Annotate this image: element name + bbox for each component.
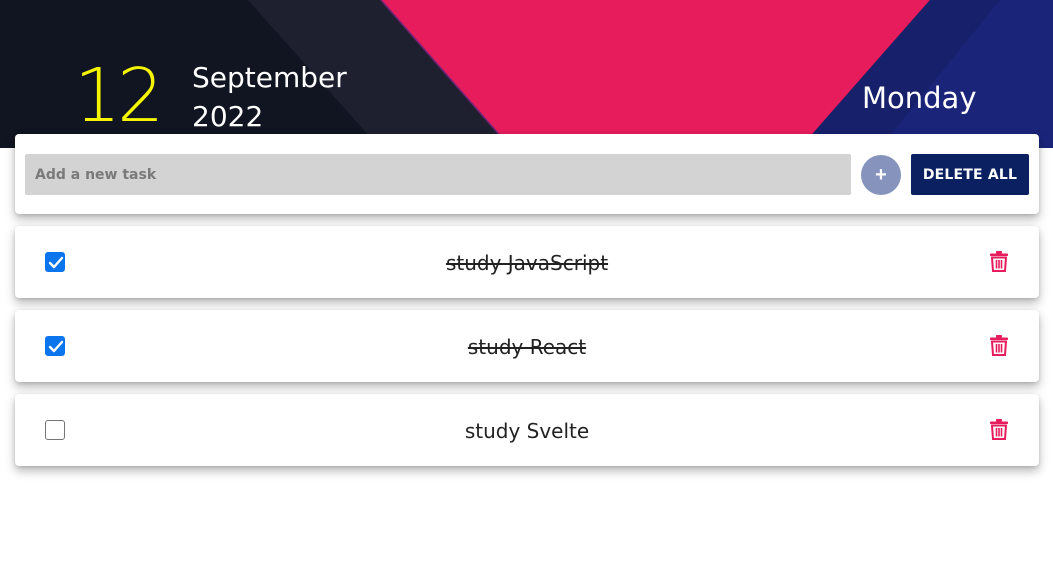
trash-icon[interactable] xyxy=(989,418,1009,440)
year-label: 2022 xyxy=(192,100,264,133)
weekday-label: Monday xyxy=(862,81,977,115)
month-label: September xyxy=(192,61,347,94)
delete-all-button[interactable]: DELETE ALL xyxy=(911,154,1029,195)
date-header: 12 September 2022 Monday xyxy=(0,0,1053,148)
new-task-input[interactable] xyxy=(25,154,851,195)
day-number: 12 xyxy=(74,53,164,139)
task-text: study Svelte xyxy=(464,419,590,443)
trash-icon[interactable] xyxy=(989,334,1009,356)
add-task-button[interactable]: + xyxy=(861,155,901,195)
trash-icon[interactable] xyxy=(989,250,1009,272)
task-item: study JavaScript xyxy=(15,226,1039,298)
task-item: study React xyxy=(15,310,1039,382)
add-task-card: + DELETE ALL xyxy=(15,134,1039,214)
task-text: study JavaScript xyxy=(445,251,609,275)
task-text: study React xyxy=(467,335,587,359)
task-item: study Svelte xyxy=(15,394,1039,466)
